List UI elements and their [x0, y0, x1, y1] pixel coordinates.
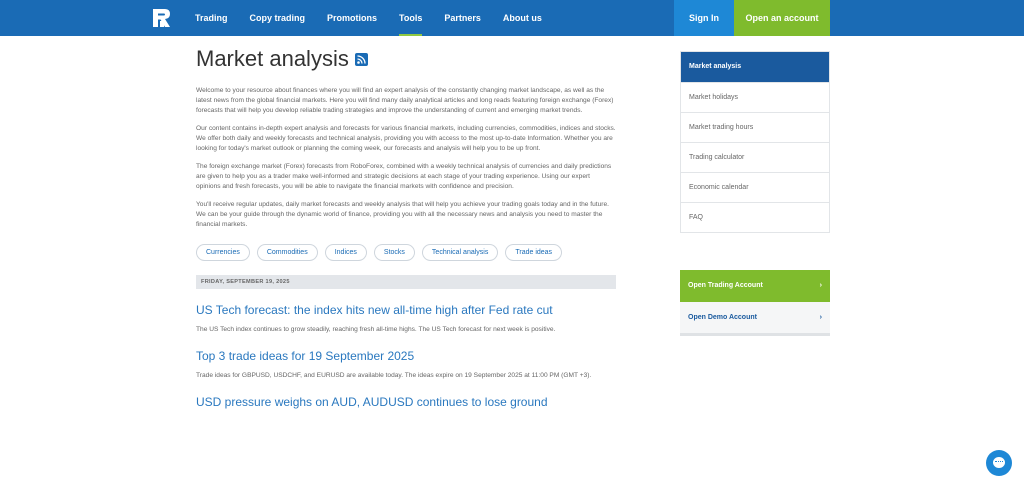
chevron-right-icon: › [819, 314, 822, 321]
intro-paragraph: Welcome to your resource about finances … [196, 87, 614, 114]
main-content: Market analysis Welcome to your resource… [196, 44, 616, 409]
sidebar-menu: Market analysis Market holidays Market t… [680, 51, 830, 233]
nav-tools[interactable]: Tools [399, 0, 423, 36]
article-summary: The US Tech index continues to grow stea… [196, 326, 556, 333]
intro-paragraph: You'll receive regular updates, daily ma… [196, 201, 609, 228]
date-header: FRIDAY, SEPTEMBER 19, 2025 [196, 275, 616, 289]
roboforex-logo-icon[interactable] [151, 7, 173, 29]
article-title-link[interactable]: US Tech forecast: the index hits new all… [196, 303, 616, 317]
open-trading-account-button[interactable]: Open Trading Account › [680, 270, 830, 302]
tag-commodities[interactable]: Commodities [256, 244, 318, 261]
open-account-button[interactable]: Open an account [734, 0, 830, 36]
nav-about-us[interactable]: About us [503, 0, 542, 36]
sign-in-button[interactable]: Sign In [674, 0, 734, 36]
main-nav: Trading Copy trading Promotions Tools Pa… [195, 0, 564, 36]
page-title-row: Market analysis [196, 44, 616, 74]
open-trading-account-label: Open Trading Account [688, 282, 763, 289]
nav-promotions[interactable]: Promotions [327, 0, 377, 36]
sidebar-item-market-holidays[interactable]: Market holidays [681, 82, 829, 112]
sidebar-item-market-analysis[interactable]: Market analysis [681, 52, 829, 82]
chat-bubble-icon[interactable] [986, 450, 1012, 476]
tag-trade-ideas[interactable]: Trade ideas [505, 244, 563, 261]
intro-paragraph: The foreign exchange market (Forex) fore… [196, 163, 612, 190]
chevron-right-icon: › [819, 282, 822, 289]
tag-technical-analysis[interactable]: Technical analysis [421, 244, 499, 261]
nav-copy-trading[interactable]: Copy trading [250, 0, 306, 36]
top-navigation-bar: Trading Copy trading Promotions Tools Pa… [0, 0, 1024, 36]
category-tags: Currencies Commodities Indices Stocks Te… [196, 244, 616, 261]
nav-partners[interactable]: Partners [444, 0, 481, 36]
tag-indices[interactable]: Indices [324, 244, 367, 261]
page-title: Market analysis [196, 46, 349, 71]
article-title-link[interactable]: USD pressure weighs on AUD, AUDUSD conti… [196, 395, 616, 409]
open-demo-account-label: Open Demo Account [688, 314, 757, 321]
sidebar-item-trading-calculator[interactable]: Trading calculator [681, 142, 829, 172]
sidebar-item-faq[interactable]: FAQ [681, 202, 829, 232]
article-title-link[interactable]: Top 3 trade ideas for 19 September 2025 [196, 349, 616, 363]
intro-text: Welcome to your resource about finances … [196, 86, 616, 230]
rss-icon[interactable] [354, 52, 368, 66]
sidebar-item-economic-calendar[interactable]: Economic calendar [681, 172, 829, 202]
article-summary: Trade ideas for GBPUSD, USDCHF, and EURU… [196, 372, 592, 379]
open-demo-account-button[interactable]: Open Demo Account › [680, 302, 830, 336]
tag-stocks[interactable]: Stocks [373, 244, 415, 261]
tag-currencies[interactable]: Currencies [196, 244, 250, 261]
nav-trading[interactable]: Trading [195, 0, 228, 36]
sidebar-item-market-trading-hours[interactable]: Market trading hours [681, 112, 829, 142]
intro-paragraph: Our content contains in-depth expert ana… [196, 125, 616, 152]
